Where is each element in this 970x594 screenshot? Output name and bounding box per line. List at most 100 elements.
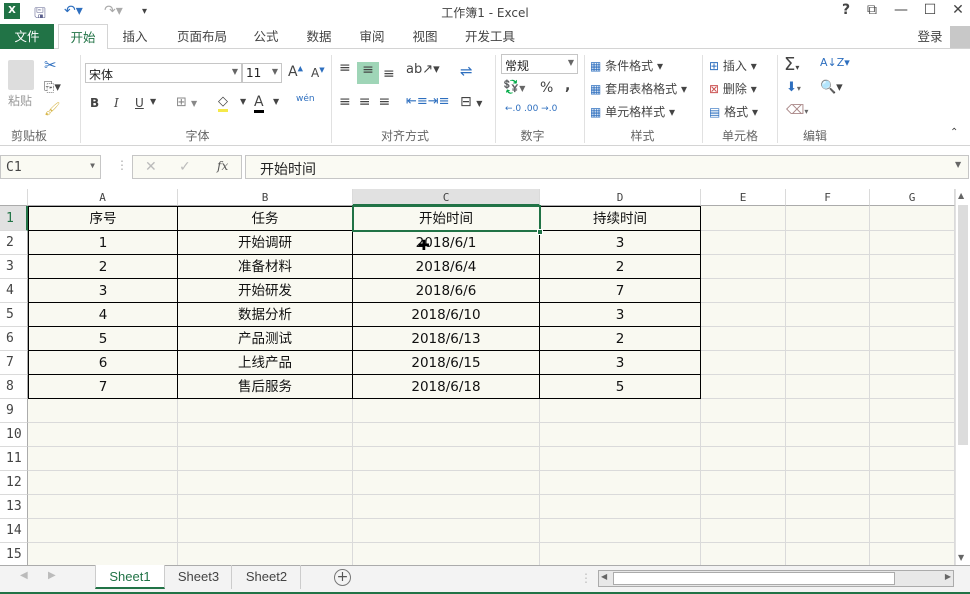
cell-e4[interactable] xyxy=(701,279,786,303)
insert-cells-button[interactable]: ⊞ 插入 ▾ xyxy=(709,57,757,74)
tab-file[interactable]: 文件 xyxy=(0,24,54,49)
column-header-d[interactable]: D xyxy=(540,189,701,206)
cell-b7[interactable]: 上线产品 xyxy=(178,351,353,375)
font-size-select[interactable]: 11 ▼ xyxy=(242,63,282,83)
italic-button[interactable]: I xyxy=(114,96,119,110)
cell-b12[interactable] xyxy=(178,471,353,495)
cell-a3[interactable]: 2 xyxy=(28,255,178,279)
cell-c10[interactable] xyxy=(353,423,540,447)
cell-d10[interactable] xyxy=(540,423,701,447)
merge-center-icon[interactable]: ⊟ ▼ xyxy=(460,94,482,110)
tab-view[interactable]: 视图 xyxy=(405,24,445,49)
increase-font-icon[interactable]: A▲ xyxy=(288,64,303,80)
autosum-icon[interactable]: Σ▾ xyxy=(784,54,799,75)
chevron-down-icon[interactable]: ▼ xyxy=(273,97,279,106)
tab-insert[interactable]: 插入 xyxy=(112,24,158,49)
sheet-tab-sheet3[interactable]: Sheet3 xyxy=(166,565,232,589)
cell-e14[interactable] xyxy=(701,519,786,543)
collapse-ribbon-icon[interactable]: ⌃ xyxy=(950,127,958,138)
chevron-down-icon[interactable]: ▼ xyxy=(150,97,156,106)
column-header-c[interactable]: C xyxy=(353,189,540,206)
bold-button[interactable]: B xyxy=(90,96,99,110)
row-header-9[interactable]: 9 xyxy=(0,399,28,423)
fill-handle[interactable] xyxy=(537,229,543,235)
cell-c11[interactable] xyxy=(353,447,540,471)
cell-a1[interactable]: 序号 xyxy=(28,206,178,231)
ribbon-display-options-icon[interactable]: ⧉ xyxy=(860,2,884,18)
column-header-g[interactable]: G xyxy=(870,189,955,206)
cell-g3[interactable] xyxy=(870,255,955,279)
cell-a2[interactable]: 1 xyxy=(28,231,178,255)
cell-f11[interactable] xyxy=(786,447,870,471)
paste-button[interactable]: 粘贴 xyxy=(8,92,32,109)
cell-d15[interactable] xyxy=(540,543,701,565)
cell-d13[interactable] xyxy=(540,495,701,519)
cell-g6[interactable] xyxy=(870,327,955,351)
row-header-6[interactable]: 6 xyxy=(0,327,28,351)
cell-e8[interactable] xyxy=(701,375,786,399)
cell-d8[interactable]: 5 xyxy=(540,375,701,399)
row-header-7[interactable]: 7 xyxy=(0,351,28,375)
cell-e13[interactable] xyxy=(701,495,786,519)
cell-f5[interactable] xyxy=(786,303,870,327)
help-button[interactable]: ? xyxy=(834,2,858,18)
currency-icon[interactable]: 💱▼ xyxy=(503,80,525,95)
cell-e15[interactable] xyxy=(701,543,786,565)
comma-button[interactable]: , xyxy=(565,78,570,94)
cell-f2[interactable] xyxy=(786,231,870,255)
cell-d7[interactable]: 3 xyxy=(540,351,701,375)
borders-icon[interactable]: ⊞ ▼ xyxy=(176,95,197,110)
cell-c8[interactable]: 2018/6/18 xyxy=(353,375,540,399)
cell-g11[interactable] xyxy=(870,447,955,471)
cell-a13[interactable] xyxy=(28,495,178,519)
cell-c3[interactable]: 2018/6/4 xyxy=(353,255,540,279)
user-avatar[interactable] xyxy=(950,26,970,48)
scrollbar-thumb[interactable] xyxy=(958,205,968,445)
worksheet-grid[interactable]: A B C D E F G 1 序号 任务 开始时间 持续时间 2 1 开始调研 2018/6/1 3 3 2 准备材… xyxy=(0,189,955,565)
cell-g7[interactable] xyxy=(870,351,955,375)
row-header-12[interactable]: 12 xyxy=(0,471,28,495)
undo-icon[interactable]: ↶▾ xyxy=(64,3,83,19)
split-handle-icon[interactable]: ⋮ xyxy=(580,571,592,585)
cell-d5[interactable]: 3 xyxy=(540,303,701,327)
cell-d11[interactable] xyxy=(540,447,701,471)
cell-b8[interactable]: 售后服务 xyxy=(178,375,353,399)
cell-b10[interactable] xyxy=(178,423,353,447)
cell-b11[interactable] xyxy=(178,447,353,471)
cell-g15[interactable] xyxy=(870,543,955,565)
row-header-5[interactable]: 5 xyxy=(0,303,28,327)
cell-a4[interactable]: 3 xyxy=(28,279,178,303)
cell-a15[interactable] xyxy=(28,543,178,565)
cell-b15[interactable] xyxy=(178,543,353,565)
cell-e9[interactable] xyxy=(701,399,786,423)
row-header-4[interactable]: 4 xyxy=(0,279,28,303)
format-as-table-button[interactable]: ▦ 套用表格格式 ▾ xyxy=(590,80,687,97)
clear-icon[interactable]: ⌫▾ xyxy=(786,103,808,118)
cell-a5[interactable]: 4 xyxy=(28,303,178,327)
sheet-tab-sheet1[interactable]: Sheet1 xyxy=(95,565,165,589)
column-header-f[interactable]: F xyxy=(786,189,870,206)
cell-b6[interactable]: 产品测试 xyxy=(178,327,353,351)
scroll-right-icon[interactable]: ▶ xyxy=(945,572,951,581)
row-header-8[interactable]: 8 xyxy=(0,375,28,399)
vertical-scrollbar[interactable]: ▲ ▼ xyxy=(955,189,970,565)
cell-a7[interactable]: 6 xyxy=(28,351,178,375)
phonetic-button[interactable]: wén xyxy=(296,94,315,104)
row-header-14[interactable]: 14 xyxy=(0,519,28,543)
conditional-format-button[interactable]: ▦ 条件格式 ▾ xyxy=(590,57,663,74)
cell-f15[interactable] xyxy=(786,543,870,565)
tab-home[interactable]: 开始 xyxy=(58,24,108,50)
cell-f1[interactable] xyxy=(786,206,870,231)
cell-d3[interactable]: 2 xyxy=(540,255,701,279)
scroll-left-icon[interactable]: ◀ xyxy=(601,572,607,581)
row-header-2[interactable]: 2 xyxy=(0,231,28,255)
cell-d4[interactable]: 7 xyxy=(540,279,701,303)
cell-g10[interactable] xyxy=(870,423,955,447)
cell-b13[interactable] xyxy=(178,495,353,519)
find-select-icon[interactable]: 🔍▾ xyxy=(820,80,843,95)
cell-f14[interactable] xyxy=(786,519,870,543)
row-header-13[interactable]: 13 xyxy=(0,495,28,519)
cell-c14[interactable] xyxy=(353,519,540,543)
cut-icon[interactable]: ✂ xyxy=(44,56,57,74)
row-header-3[interactable]: 3 xyxy=(0,255,28,279)
